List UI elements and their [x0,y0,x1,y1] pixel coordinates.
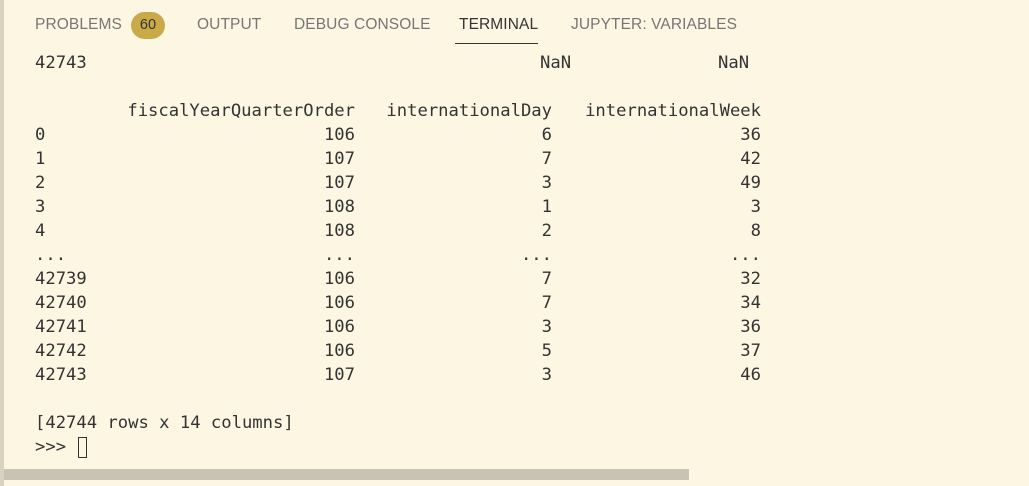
table-cell: ... [520,245,552,265]
table-row: 4 108 2 8 [0,219,800,243]
tab-problems[interactable]: PROBLEMS [35,16,122,34]
table-cell: 32 [740,269,761,289]
table-cell: 2 [541,221,552,241]
row-index: 42740 [35,293,87,313]
row-index: 42743 [35,365,87,385]
table-cell: 42 [740,149,761,169]
table-cell: 7 [541,269,552,289]
table-row: 2 107 3 49 [0,171,800,195]
terminal-output[interactable]: 42743 NaN NaN fiscalYearQuarterOrder int… [0,50,1029,470]
table-cell: 3 [541,317,552,337]
table-cell: 106 [323,269,355,289]
panel-tab-bar: PROBLEMS 60 OUTPUT DEBUG CONSOLE TERMINA… [0,0,1029,50]
table-row: 42740 106 7 34 [0,291,800,315]
table-cell: 5 [541,341,552,361]
table-cell: 3 [750,197,761,217]
table-cell: 106 [323,125,355,145]
python-prompt: >>> [35,437,67,457]
terminal-cursor [78,437,87,458]
table-cell: 36 [740,317,761,337]
table-cell: 34 [740,293,761,313]
row-index: 42739 [35,269,87,289]
table-cell: 37 [740,341,761,361]
terminal-line-prev-row: 42743 NaN NaN [0,51,800,75]
row-index: 0 [35,125,46,145]
table-cell: 7 [541,293,552,313]
table-cell: 107 [323,173,355,193]
table-cell: 108 [323,221,355,241]
summary-line: [42744 rows x 14 columns] [0,411,800,435]
table-cell: 3 [541,173,552,193]
table-row: 42739 106 7 32 [0,267,800,291]
table-cell: 7 [541,149,552,169]
table-row: 42743 107 3 46 [0,363,800,387]
column-header: internationalDay [386,101,552,121]
table-cell: 106 [323,317,355,337]
table-cell: 36 [740,125,761,145]
cell-nan: NaN [718,53,750,73]
row-index: 42742 [35,341,87,361]
dataframe-shape-summary: [42744 rows x 14 columns] [35,413,294,433]
table-cell: 3 [541,365,552,385]
table-row: 0 106 6 36 [0,123,800,147]
prompt-line[interactable]: >>> [0,435,800,459]
table-row-ellipsis: ... ... ... ... [0,243,800,267]
table-cell: ... [323,245,355,265]
tab-debug-console[interactable]: DEBUG CONSOLE [294,16,431,34]
table-cell: 49 [740,173,761,193]
tab-output[interactable]: OUTPUT [197,16,261,34]
table-header-row: fiscalYearQuarterOrder internationalDay … [0,99,800,123]
horizontal-scrollbar[interactable] [4,469,689,480]
table-cell: 107 [323,149,355,169]
table-row: 3 108 1 3 [0,195,800,219]
cell-nan: NaN [540,53,572,73]
table-cell: 108 [323,197,355,217]
tab-jupyter-variables[interactable]: JUPYTER: VARIABLES [571,16,737,34]
table-cell: 106 [323,341,355,361]
row-index: 42741 [35,317,87,337]
column-header: fiscalYearQuarterOrder [127,101,355,121]
row-index: ... [35,245,67,265]
row-index: 1 [35,149,46,169]
table-cell: 46 [740,365,761,385]
table-cell: 107 [323,365,355,385]
row-index: 2 [35,173,46,193]
column-header: internationalWeek [585,101,761,121]
table-cell: ... [729,245,761,265]
row-index: 4 [35,221,46,241]
table-cell: 106 [323,293,355,313]
table-row: 42742 106 5 37 [0,339,800,363]
problems-count-badge: 60 [131,12,165,39]
row-index: 42743 [35,53,87,73]
row-index: 3 [35,197,46,217]
table-cell: 8 [750,221,761,241]
active-tab-indicator [455,43,538,44]
table-row: 1 107 7 42 [0,147,800,171]
table-row: 42741 106 3 36 [0,315,800,339]
tab-terminal[interactable]: TERMINAL [459,16,538,34]
table-cell: 1 [541,197,552,217]
table-cell: 6 [541,125,552,145]
